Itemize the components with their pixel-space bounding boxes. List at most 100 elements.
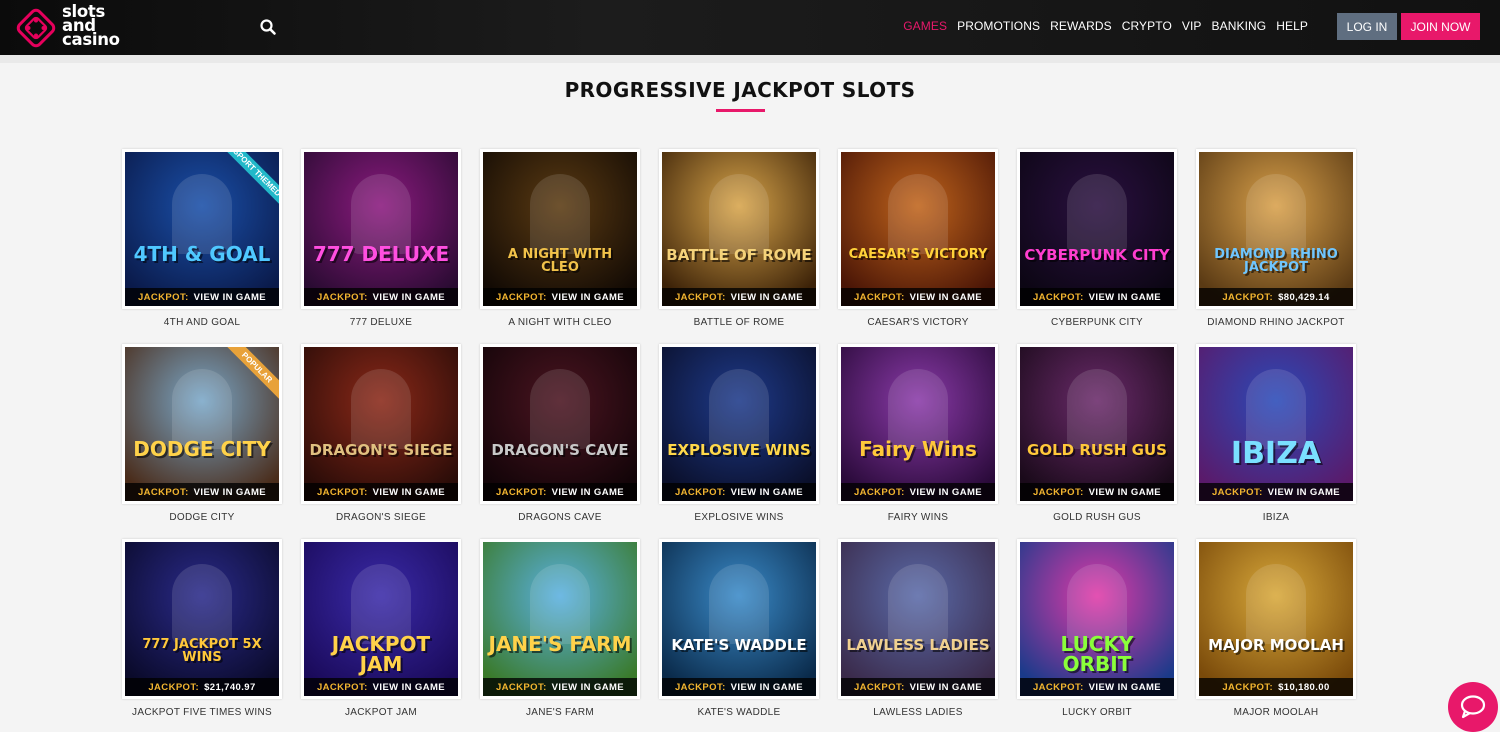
game-thumbnail[interactable]: 777 DELUXE JACKPOT: VIEW IN GAME [301, 149, 461, 309]
live-chat-button[interactable] [1448, 682, 1498, 732]
game-thumbnail[interactable]: CAESAR'S VICTORY JACKPOT: VIEW IN GAME [838, 149, 998, 309]
nav-rewards[interactable]: REWARDS [1050, 19, 1112, 33]
game-title[interactable]: FAIRY WINS [838, 512, 998, 523]
game-title[interactable]: DIAMOND RHINO JACKPOT [1196, 317, 1356, 328]
game-card[interactable]: 4TH & GOAL SPORT THEMED JACKPOT: VIEW IN GA… [122, 149, 282, 329]
game-thumbnail[interactable]: A NIGHT WITH CLEO JACKPOT: VIEW IN GAME [480, 149, 640, 309]
jackpot-label: JACKPOT: [495, 291, 547, 303]
character-illustration [709, 564, 769, 644]
jackpot-bar: JACKPOT: $80,429.14 [1199, 288, 1353, 306]
game-art-title: BATTLE OF ROME [666, 246, 812, 264]
game-card[interactable]: CAESAR'S VICTORY JACKPOT: VIEW IN GAME CAES… [838, 149, 998, 329]
game-art-title: 4TH & GOAL [133, 242, 271, 266]
game-card[interactable]: DIAMOND RHINO JACKPOT JACKPOT: $80,429.14 D… [1196, 149, 1356, 329]
game-card[interactable]: A NIGHT WITH CLEO JACKPOT: VIEW IN GAME A N… [480, 149, 640, 329]
game-card[interactable]: KATE'S WADDLE JACKPOT: VIEW IN GAME KATE'S … [659, 539, 819, 719]
site-logo[interactable]: slots and casino [14, 3, 134, 52]
jackpot-bar: JACKPOT: VIEW IN GAME [304, 483, 458, 501]
game-title[interactable]: EXPLOSIVE WINS [659, 512, 819, 523]
nav-vip[interactable]: VIP [1182, 19, 1202, 33]
game-title[interactable]: JACKPOT FIVE TIMES WINS [122, 707, 282, 718]
game-thumbnail[interactable]: Fairy Wins JACKPOT: VIEW IN GAME [838, 344, 998, 504]
game-card[interactable]: DODGE CITY POPULAR JACKPOT: VIEW IN GAME DOD… [122, 344, 282, 524]
character-illustration [530, 369, 590, 449]
game-thumbnail[interactable]: DODGE CITY POPULAR JACKPOT: VIEW IN GAME [122, 344, 282, 504]
game-card[interactable]: JACKPOT JAM JACKPOT: VIEW IN GAME JACKPOT J… [301, 539, 461, 719]
character-illustration [888, 174, 948, 254]
game-title[interactable]: IBIZA [1196, 512, 1356, 523]
game-thumbnail[interactable]: 777 JACKPOT 5X WINS JACKPOT: $21,740.97 [122, 539, 282, 699]
game-title[interactable]: A NIGHT WITH CLEO [480, 317, 640, 328]
game-thumbnail[interactable]: DRAGON'S CAVE JACKPOT: VIEW IN GAME [480, 344, 640, 504]
game-thumbnail[interactable]: KATE'S WADDLE JACKPOT: VIEW IN GAME [659, 539, 819, 699]
game-card[interactable]: DRAGON'S CAVE JACKPOT: VIEW IN GAME DRAGONS… [480, 344, 640, 524]
game-thumbnail[interactable]: BATTLE OF ROME JACKPOT: VIEW IN GAME [659, 149, 819, 309]
game-thumbnail[interactable]: MAJOR MOOLAH JACKPOT: $10,180.00 [1196, 539, 1356, 699]
nav-promotions[interactable]: PROMOTIONS [957, 19, 1040, 33]
game-art-title: DRAGON'S SIEGE [309, 441, 453, 459]
game-card[interactable]: LAWLESS LADIES JACKPOT: VIEW IN GAME LAWLES… [838, 539, 998, 719]
game-title[interactable]: JANE'S FARM [480, 707, 640, 718]
game-thumbnail[interactable]: IBIZA JACKPOT: VIEW IN GAME [1196, 344, 1356, 504]
game-title[interactable]: CYBERPUNK CITY [1017, 317, 1177, 328]
join-now-button[interactable]: JOIN NOW [1401, 13, 1480, 40]
jackpot-bar: JACKPOT: $10,180.00 [1199, 678, 1353, 696]
game-card[interactable]: MAJOR MOOLAH JACKPOT: $10,180.00 MAJOR MOOL… [1196, 539, 1356, 719]
game-title[interactable]: 777 DELUXE [301, 317, 461, 328]
game-thumbnail[interactable]: JANE'S FARM JACKPOT: VIEW IN GAME [480, 539, 640, 699]
game-thumbnail[interactable]: LUCKY ORBIT JACKPOT: VIEW IN GAME [1017, 539, 1177, 699]
nav-crypto[interactable]: CRYPTO [1122, 19, 1172, 33]
game-art-title: KATE'S WADDLE [671, 636, 807, 654]
jackpot-label: JACKPOT: [1222, 291, 1274, 303]
jackpot-value: VIEW IN GAME [372, 291, 446, 303]
login-button[interactable]: LOG IN [1337, 13, 1397, 40]
game-card[interactable]: EXPLOSIVE WINS JACKPOT: VIEW IN GAME EXPLOS… [659, 344, 819, 524]
jackpot-value: $80,429.14 [1278, 291, 1330, 303]
game-thumbnail[interactable]: DIAMOND RHINO JACKPOT JACKPOT: $80,429.14 [1196, 149, 1356, 309]
game-thumbnail[interactable]: CYBERPUNK CITY JACKPOT: VIEW IN GAME [1017, 149, 1177, 309]
game-art-title: 777 DELUXE [312, 242, 450, 266]
game-title[interactable]: DODGE CITY [122, 512, 282, 523]
jackpot-label: JACKPOT: [137, 291, 189, 303]
game-card[interactable]: Fairy Wins JACKPOT: VIEW IN GAME FAIRY WINS [838, 344, 998, 524]
game-title[interactable]: DRAGON'S SIEGE [301, 512, 461, 523]
game-card[interactable]: 777 JACKPOT 5X WINS JACKPOT: $21,740.97 JAC… [122, 539, 282, 719]
game-card[interactable]: LUCKY ORBIT JACKPOT: VIEW IN GAME LUCKY ORB… [1017, 539, 1177, 719]
game-title[interactable]: MAJOR MOOLAH [1196, 707, 1356, 718]
game-card[interactable]: CYBERPUNK CITY JACKPOT: VIEW IN GAME CYBERP… [1017, 149, 1177, 329]
game-title[interactable]: JACKPOT JAM [301, 707, 461, 718]
jackpot-label: JACKPOT: [1032, 681, 1084, 693]
game-card[interactable]: BATTLE OF ROME JACKPOT: VIEW IN GAME BATTLE… [659, 149, 819, 329]
game-card[interactable]: 777 DELUXE JACKPOT: VIEW IN GAME 777 DELUXE [301, 149, 461, 329]
game-card[interactable]: JANE'S FARM JACKPOT: VIEW IN GAME JANE'S FA… [480, 539, 640, 719]
jackpot-value: VIEW IN GAME [193, 486, 267, 498]
game-thumbnail[interactable]: EXPLOSIVE WINS JACKPOT: VIEW IN GAME [659, 344, 819, 504]
game-title[interactable]: BATTLE OF ROME [659, 317, 819, 328]
nav-banking[interactable]: BANKING [1212, 19, 1267, 33]
game-art-title: A NIGHT WITH CLEO [507, 247, 613, 275]
game-thumbnail[interactable]: DRAGON'S SIEGE JACKPOT: VIEW IN GAME [301, 344, 461, 504]
game-art-title: CYBERPUNK CITY [1024, 246, 1170, 264]
game-artwork: JANE'S FARM [483, 542, 637, 696]
game-card[interactable]: GOLD RUSH GUS JACKPOT: VIEW IN GAME GOLD RU… [1017, 344, 1177, 524]
nav-help[interactable]: HELP [1276, 19, 1308, 33]
game-title[interactable]: 4TH AND GOAL [122, 317, 282, 328]
game-card[interactable]: IBIZA JACKPOT: VIEW IN GAME IBIZA [1196, 344, 1356, 524]
game-title[interactable]: KATE'S WADDLE [659, 707, 819, 718]
game-card[interactable]: DRAGON'S SIEGE JACKPOT: VIEW IN GAME DRAGON… [301, 344, 461, 524]
jackpot-bar: JACKPOT: VIEW IN GAME [483, 483, 637, 501]
game-title[interactable]: DRAGONS CAVE [480, 512, 640, 523]
game-title[interactable]: LUCKY ORBIT [1017, 707, 1177, 718]
nav-games[interactable]: GAMES [903, 19, 947, 33]
game-title[interactable]: LAWLESS LADIES [838, 707, 998, 718]
search-icon[interactable] [259, 18, 277, 36]
jackpot-value: VIEW IN GAME [1088, 486, 1162, 498]
game-artwork: DIAMOND RHINO JACKPOT [1199, 152, 1353, 306]
game-thumbnail[interactable]: LAWLESS LADIES JACKPOT: VIEW IN GAME [838, 539, 998, 699]
game-thumbnail[interactable]: 4TH & GOAL SPORT THEMED JACKPOT: VIEW IN GA… [122, 149, 282, 309]
game-thumbnail[interactable]: JACKPOT JAM JACKPOT: VIEW IN GAME [301, 539, 461, 699]
game-title[interactable]: CAESAR'S VICTORY [838, 317, 998, 328]
game-title[interactable]: GOLD RUSH GUS [1017, 512, 1177, 523]
game-artwork: LAWLESS LADIES [841, 542, 995, 696]
game-thumbnail[interactable]: GOLD RUSH GUS JACKPOT: VIEW IN GAME [1017, 344, 1177, 504]
